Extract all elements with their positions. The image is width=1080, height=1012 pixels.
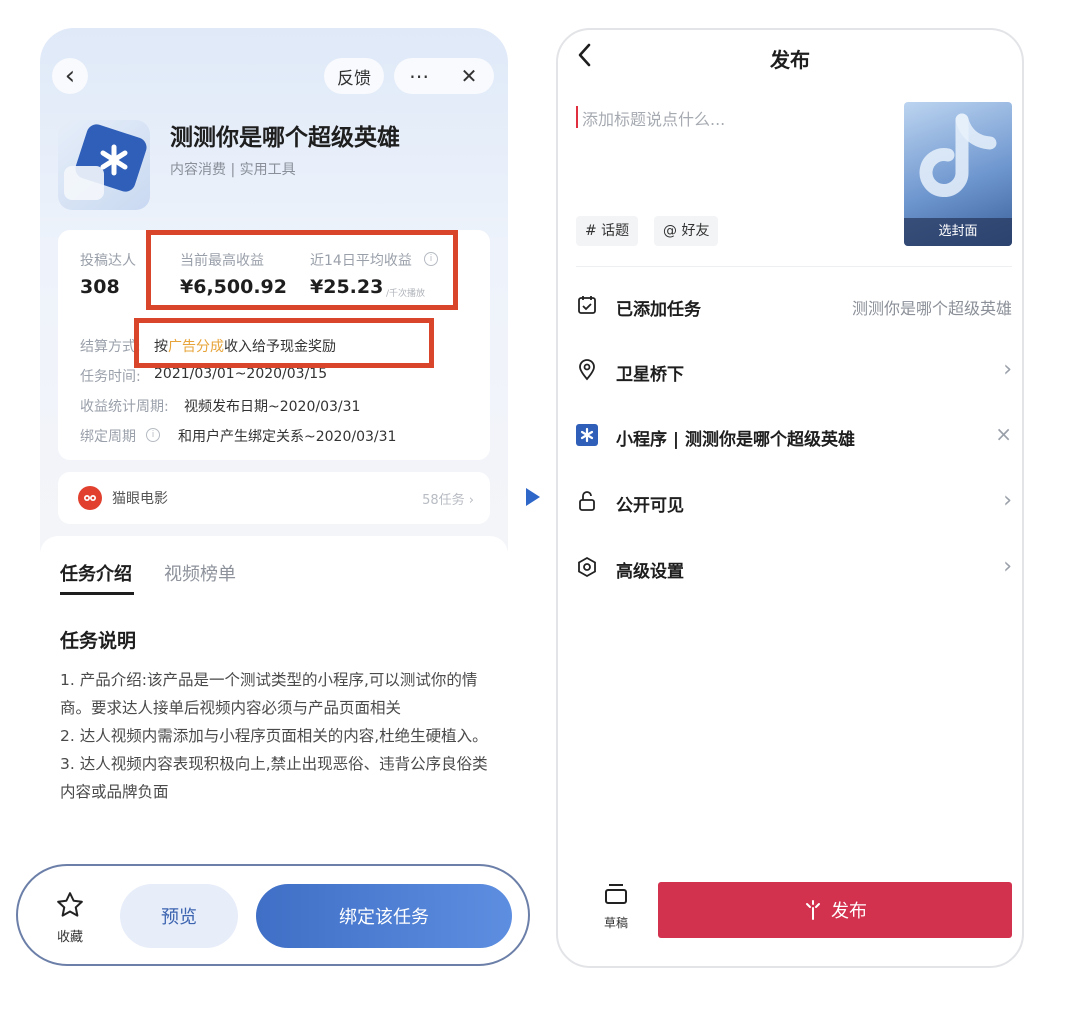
added-task-row[interactable]: 已添加任务 测测你是哪个超级英雄 xyxy=(576,286,1012,326)
publish-screen: 发布 添加标题说点什么... 选封面 # 话题 @ 好友 已添加任务 测测你是哪… xyxy=(556,28,1024,968)
text-cursor xyxy=(576,106,578,128)
back-icon: ‹ xyxy=(64,61,76,91)
description-item: 3. 达人视频内容表现积极向上,禁止出现恶俗、违背公序良俗类内容或品牌负面 xyxy=(60,755,488,801)
feedback-button[interactable]: 反馈 xyxy=(324,58,384,94)
back-button[interactable]: ‹ xyxy=(52,58,88,94)
tiktok-note-icon xyxy=(919,113,997,198)
bottom-action-bar: 收藏 预览 绑定该任务 xyxy=(16,864,530,966)
section-title: 任务说明 xyxy=(60,630,137,652)
app-icon xyxy=(58,120,150,210)
tab-underline xyxy=(60,592,134,595)
added-task-value: 测测你是哪个超级英雄 xyxy=(851,299,1012,318)
brand-name: 猫眼电影 xyxy=(112,491,168,507)
app-category: 内容消费 | 实用工具 xyxy=(170,162,296,178)
task-detail-screen: ‹ 反馈 ⋯ ✕ 测测你是哪个超级英雄 内容消费 | 实用工具 投稿达人 308… xyxy=(40,28,508,968)
mini-program-label: 小程序 | 测测你是哪个超级英雄 xyxy=(616,430,856,450)
close-icon[interactable]: ✕ xyxy=(444,64,494,88)
advanced-settings-row[interactable]: 高级设置 › xyxy=(576,548,1012,588)
added-task-label: 已添加任务 xyxy=(616,300,701,320)
chevron-right-icon: › xyxy=(1003,554,1012,579)
annotation-box-settlement xyxy=(134,318,434,368)
brand-row[interactable]: 猫眼电影 58任务 › xyxy=(58,472,490,524)
tab-video-ranking[interactable]: 视频榜单 xyxy=(164,560,236,586)
draft-button[interactable]: 草稿 xyxy=(594,882,638,931)
annotation-box-income xyxy=(146,230,458,310)
stat-period-value: 视频发布日期~2020/03/31 xyxy=(184,399,361,415)
calendar-check-icon xyxy=(578,296,596,314)
bind-period-value: 和用户产生绑定关系~2020/03/31 xyxy=(178,429,397,445)
preview-button[interactable]: 预览 xyxy=(120,884,238,948)
draft-box-icon xyxy=(605,884,627,904)
brand-task-count: 58任务 › xyxy=(422,493,474,508)
chevron-right-icon: › xyxy=(1003,488,1012,513)
stat-period-label: 收益统计周期: xyxy=(80,399,169,415)
unlock-icon xyxy=(579,491,595,511)
settle-label: 结算方式: xyxy=(80,339,141,355)
select-cover-label[interactable]: 选封面 xyxy=(904,218,1012,246)
more-icon[interactable]: ⋯ xyxy=(394,64,444,88)
sparkle-icon xyxy=(806,900,820,920)
mention-chip[interactable]: @ 好友 xyxy=(654,216,719,246)
publish-label: 发布 xyxy=(831,901,867,922)
bind-period-label: 绑定周期 xyxy=(80,429,136,445)
page-title: 发布 xyxy=(770,48,810,72)
favorite-label: 收藏 xyxy=(56,930,83,945)
tab-task-intro[interactable]: 任务介绍 xyxy=(60,560,132,586)
bind-task-button[interactable]: 绑定该任务 xyxy=(256,884,512,948)
bind-period-info-icon[interactable]: i xyxy=(146,428,160,442)
creators-value: 308 xyxy=(80,276,120,298)
app-title: 测测你是哪个超级英雄 xyxy=(170,125,400,151)
task-description: 1. 产品介绍:该产品是一个测试类型的小程序,可以测试你的情商。要求达人接单后视… xyxy=(60,666,490,806)
mini-program-icon xyxy=(576,424,598,446)
time-label: 任务时间: xyxy=(80,369,141,385)
creators-label: 投稿达人 xyxy=(80,253,136,269)
publish-button[interactable]: 发布 xyxy=(658,882,1012,938)
description-item: 1. 产品介绍:该产品是一个测试类型的小程序,可以测试你的情商。要求达人接单后视… xyxy=(60,671,478,717)
location-pin-icon xyxy=(579,359,595,381)
topic-chip[interactable]: # 话题 xyxy=(576,216,639,246)
divider xyxy=(576,266,1012,267)
visibility-row[interactable]: 公开可见 › xyxy=(576,482,1012,522)
chevron-right-icon: › xyxy=(1003,357,1012,382)
remove-mini-program-icon[interactable]: × xyxy=(995,422,1012,446)
time-value: 2021/03/01~2020/03/15 xyxy=(154,366,328,382)
capsule-menu: ⋯ ✕ xyxy=(394,58,494,94)
location-row[interactable]: 卫星桥下 › xyxy=(576,351,1012,391)
caption-input[interactable]: 添加标题说点什么... xyxy=(582,106,725,130)
mini-program-row[interactable]: 小程序 | 测测你是哪个超级英雄 × xyxy=(576,416,1012,456)
star-icon xyxy=(57,892,83,917)
draft-label: 草稿 xyxy=(603,916,628,930)
description-item: 2. 达人视频内需添加与小程序页面相关的内容,杜绝生硬植入。 xyxy=(60,727,488,745)
settings-hexagon-icon xyxy=(578,556,596,578)
location-label: 卫星桥下 xyxy=(616,365,684,385)
flow-arrow-icon xyxy=(526,488,540,506)
favorite-button[interactable]: 收藏 xyxy=(48,890,92,945)
advanced-settings-label: 高级设置 xyxy=(616,562,684,582)
visibility-label: 公开可见 xyxy=(616,496,684,516)
cat-eye-logo-icon xyxy=(78,486,102,510)
cover-thumbnail[interactable]: 选封面 xyxy=(904,102,1012,246)
